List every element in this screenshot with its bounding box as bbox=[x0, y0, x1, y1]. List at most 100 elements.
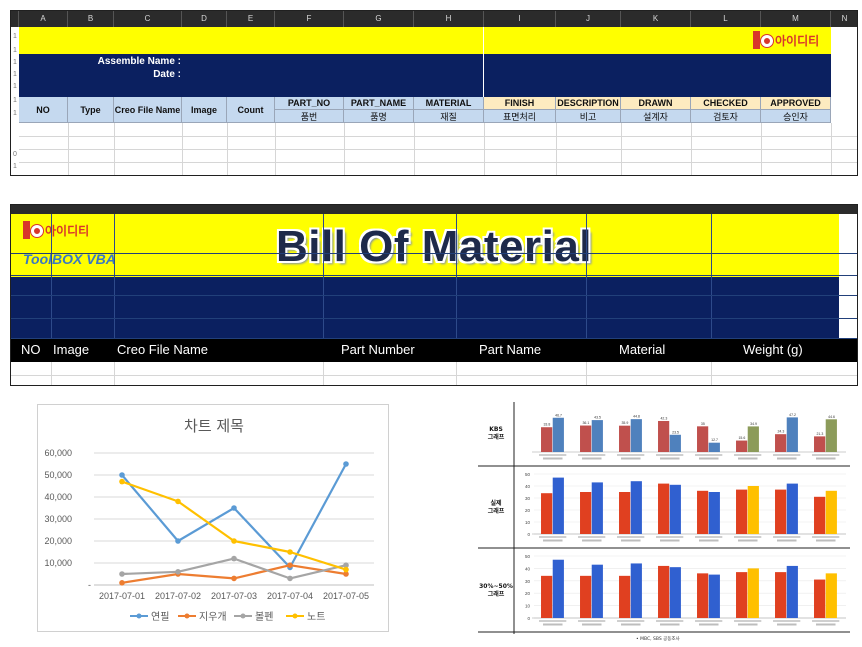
category-label-placeholder bbox=[656, 454, 684, 456]
row-number: 1 bbox=[13, 47, 17, 54]
row-number: 1 bbox=[13, 110, 17, 117]
category-label-placeholder bbox=[816, 623, 836, 626]
y-tick-label: 50,000 bbox=[44, 470, 72, 480]
category-label-placeholder bbox=[617, 620, 645, 622]
bar bbox=[669, 434, 681, 452]
header-cell-ko: 검토자 bbox=[691, 110, 761, 123]
header-cell-image: Image bbox=[182, 97, 227, 123]
bar bbox=[697, 426, 709, 452]
y-tick-label: 20 bbox=[525, 508, 531, 513]
x-tick-label: 2017-07-01 bbox=[99, 591, 145, 601]
bar-data-label: 21.3 bbox=[816, 432, 823, 436]
header-cell-checked: CHECKED bbox=[691, 97, 761, 110]
bar bbox=[552, 417, 564, 452]
bar bbox=[708, 442, 720, 452]
category-label-placeholder bbox=[578, 454, 606, 456]
line-chart-panel: 차트 제목 - 10,000 20,000 30,000 40,000 50,000 60,0… bbox=[37, 404, 389, 632]
column-letter: C bbox=[114, 11, 182, 27]
bar bbox=[825, 490, 837, 534]
header-cell-no: NO bbox=[19, 97, 68, 123]
legend-marker bbox=[240, 613, 246, 619]
column-header-strip bbox=[11, 205, 857, 214]
category-label-placeholder bbox=[539, 620, 567, 622]
category-label-placeholder bbox=[699, 623, 719, 626]
category-label-placeholder bbox=[617, 536, 645, 538]
col-weight: Weight (g) bbox=[743, 342, 803, 357]
column-letter: E bbox=[227, 11, 275, 27]
category-label-placeholder bbox=[695, 536, 723, 538]
bar bbox=[669, 567, 681, 618]
grid-col-line bbox=[621, 123, 622, 175]
col-no: NO bbox=[21, 342, 41, 357]
bar-data-label: 47.2 bbox=[789, 413, 796, 417]
bar bbox=[658, 565, 670, 618]
bom-column-header-row: NO Image Creo File Name Part Number Part… bbox=[11, 339, 857, 362]
bar-data-label: 44.8 bbox=[633, 415, 640, 419]
bar bbox=[786, 565, 798, 618]
line-chart: 차트 제목 - 10,000 20,000 30,000 40,000 50,000 60,0… bbox=[44, 417, 374, 623]
col-part-name: Part Name bbox=[479, 342, 542, 357]
bar bbox=[591, 482, 603, 534]
category-label-placeholder bbox=[539, 536, 567, 538]
header-cell-ko: 설계자 bbox=[621, 110, 691, 123]
category-label-placeholder bbox=[578, 620, 606, 622]
grid-col-line bbox=[711, 362, 712, 385]
y-tick-label: 20 bbox=[525, 591, 531, 596]
category-label-placeholder bbox=[695, 620, 723, 622]
bar bbox=[825, 419, 837, 452]
row-number: 0 bbox=[13, 151, 17, 158]
category-label-placeholder bbox=[660, 539, 680, 542]
assemble-name-label: Assemble Name : bbox=[97, 56, 181, 67]
y-tick-label: 30 bbox=[525, 496, 531, 501]
bar bbox=[814, 496, 826, 534]
category-label-placeholder bbox=[543, 539, 563, 542]
data-point bbox=[231, 575, 237, 582]
legend-marker bbox=[292, 613, 298, 619]
category-label-placeholder bbox=[738, 539, 758, 542]
category-label-placeholder bbox=[773, 454, 801, 456]
bar bbox=[736, 440, 748, 452]
bar bbox=[619, 492, 631, 534]
assembly-info-band-right bbox=[484, 54, 831, 97]
band-col-line bbox=[586, 214, 587, 339]
bar-data-label: 36.1 bbox=[582, 421, 589, 425]
category-label-placeholder bbox=[777, 623, 797, 626]
col-part-number: Part Number bbox=[341, 342, 415, 357]
column-letter: B bbox=[68, 11, 114, 27]
band-row-line bbox=[11, 318, 857, 319]
grid-col-line bbox=[114, 362, 115, 385]
bar bbox=[619, 425, 631, 452]
grid-col-line bbox=[114, 123, 115, 175]
column-letter: G bbox=[344, 11, 414, 27]
row-number: 1 bbox=[13, 71, 17, 78]
bar bbox=[786, 483, 798, 534]
bar-data-label: 46.7 bbox=[555, 413, 562, 417]
y-tick-label: 40 bbox=[525, 566, 531, 571]
category-label-placeholder bbox=[738, 457, 758, 460]
bar bbox=[697, 573, 709, 618]
y-tick-label: 10 bbox=[525, 520, 531, 525]
bom-title: Bill Of Material bbox=[275, 222, 593, 271]
header-cell-ko: 재질 bbox=[414, 110, 484, 123]
date-label: Date : bbox=[153, 69, 181, 80]
col-image: Image bbox=[53, 342, 90, 357]
collage-footnote: • MBC, SBS 공동조사 bbox=[636, 635, 681, 642]
header-cell-creo-file-name: Creo File Name bbox=[114, 97, 182, 123]
bar bbox=[814, 579, 826, 618]
column-letter: H bbox=[414, 11, 484, 27]
x-tick-label: 2017-07-03 bbox=[211, 591, 257, 601]
corner-cell bbox=[11, 11, 19, 27]
legend-label: 연필 bbox=[151, 611, 169, 623]
data-point bbox=[175, 569, 181, 575]
header-cell-ko: 표면처리 bbox=[484, 110, 556, 123]
company-logo: 아이디티 bbox=[753, 31, 819, 49]
bar bbox=[580, 425, 592, 452]
band-row-line bbox=[11, 338, 857, 339]
legend-marker bbox=[136, 613, 142, 619]
data-point bbox=[119, 478, 125, 485]
bar bbox=[814, 436, 826, 452]
grid-col-line bbox=[484, 123, 485, 175]
bar bbox=[775, 489, 787, 534]
bar-data-label: 34.9 bbox=[750, 422, 757, 426]
bar bbox=[591, 420, 603, 452]
